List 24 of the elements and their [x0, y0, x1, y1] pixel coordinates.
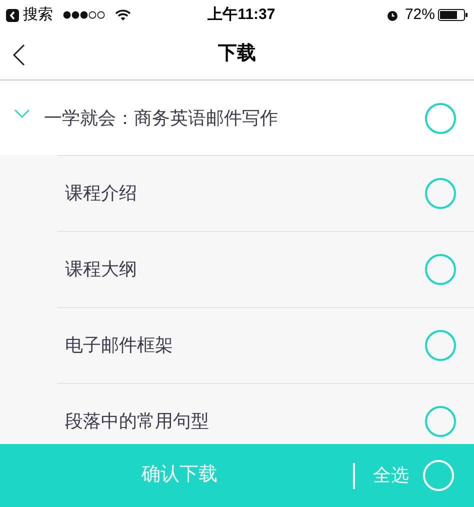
page-title: 下载: [218, 42, 256, 66]
select-checkbox[interactable]: [425, 406, 456, 437]
lesson-title: 段落中的常用句型: [64, 410, 210, 433]
select-checkbox[interactable]: [425, 330, 456, 361]
select-checkbox[interactable]: [425, 254, 456, 285]
course-title: 一学就会：商务英语邮件写作: [44, 106, 279, 130]
lesson-title: 电子邮件框架: [64, 334, 174, 357]
chevron-down-icon[interactable]: [14, 109, 30, 119]
lesson-row[interactable]: 课程介绍: [0, 155, 474, 231]
lesson-title: 课程大纲: [64, 258, 138, 281]
status-time: 上午11:37: [206, 4, 276, 25]
wifi-icon: [115, 9, 131, 21]
lesson-row[interactable]: 段落中的常用句型: [0, 383, 474, 444]
lesson-row[interactable]: 课程大纲: [0, 231, 474, 307]
back-app-label[interactable]: 搜索: [23, 4, 53, 26]
signal-icon: [63, 11, 105, 19]
select-checkbox[interactable]: [425, 102, 456, 134]
battery-percent: 72%: [404, 4, 435, 25]
back-app-icon[interactable]: [6, 8, 19, 22]
alarm-icon: [386, 8, 399, 22]
battery-icon: [438, 9, 468, 21]
lesson-title: 课程介绍: [64, 182, 138, 205]
lesson-row[interactable]: 电子邮件框架: [0, 307, 474, 383]
select-checkbox[interactable]: [425, 178, 456, 209]
